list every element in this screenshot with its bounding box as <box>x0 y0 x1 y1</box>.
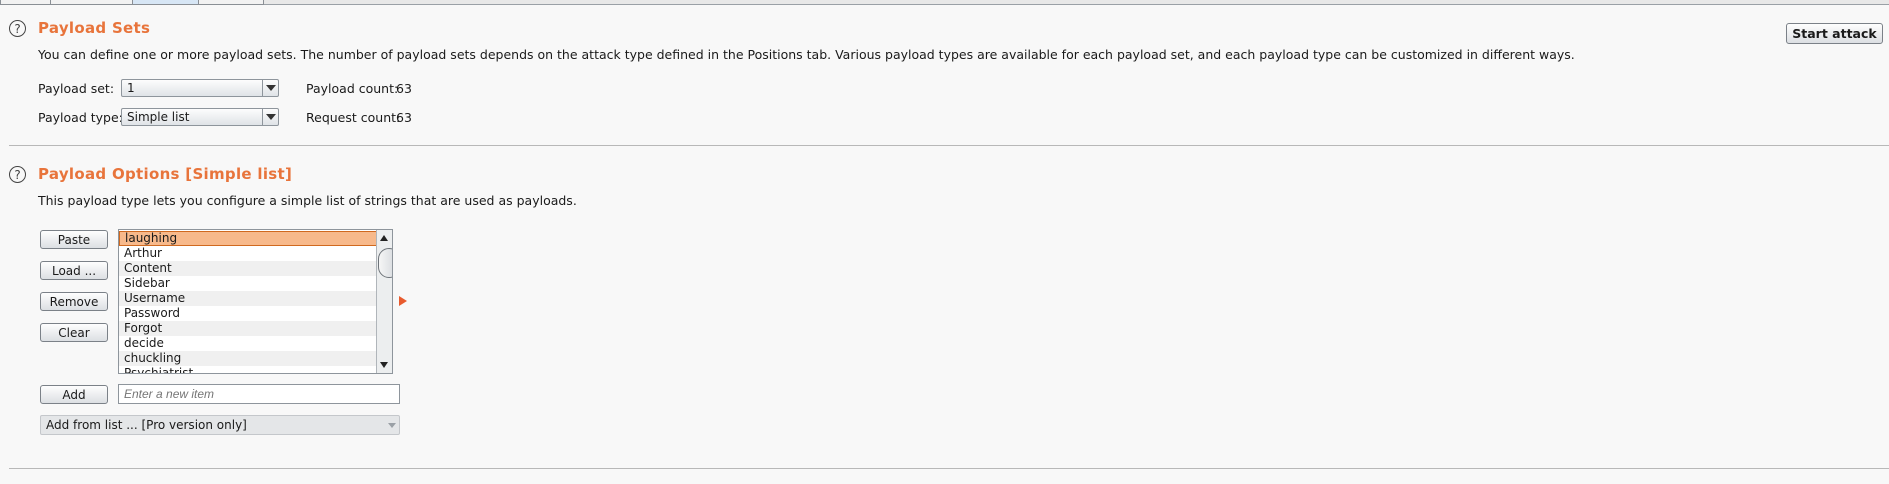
tab-stub-active[interactable] <box>132 0 200 5</box>
clear-button[interactable]: Clear <box>40 323 108 342</box>
payload-set-value: 1 <box>127 81 135 95</box>
payload-count-label: Payload count: <box>306 81 399 96</box>
chevron-down-icon <box>262 80 278 96</box>
list-item[interactable]: Content <box>119 261 377 276</box>
add-from-list-select: Add from list ... [Pro version only] <box>40 415 400 435</box>
payload-set-label: Payload set: <box>38 81 115 96</box>
list-item[interactable]: decide <box>119 336 377 351</box>
payload-count-value: 63 <box>396 81 412 96</box>
list-item[interactable]: Arthur <box>119 246 377 261</box>
section-divider <box>9 468 1889 469</box>
paste-button[interactable]: Paste <box>40 230 108 249</box>
list-item[interactable]: Forgot <box>119 321 377 336</box>
payload-sets-description: You can define one or more payload sets.… <box>38 47 1575 62</box>
payload-sets-title: Payload Sets <box>38 19 151 37</box>
remove-button[interactable]: Remove <box>40 292 108 311</box>
add-button[interactable]: Add <box>40 385 108 404</box>
request-count-value: 63 <box>396 110 412 125</box>
list-item[interactable]: laughing <box>119 231 377 246</box>
chevron-down-icon <box>262 109 278 125</box>
list-item[interactable]: Psychiatrist <box>119 366 377 373</box>
tab-stub[interactable] <box>0 0 52 5</box>
scroll-up-icon[interactable] <box>380 235 388 241</box>
top-tab-strip <box>0 0 1889 5</box>
scroll-thumb[interactable] <box>378 248 392 278</box>
payload-set-select[interactable]: 1 <box>121 79 279 97</box>
payload-type-select[interactable]: Simple list <box>121 108 279 126</box>
help-icon[interactable]: ? <box>9 20 26 37</box>
payload-list[interactable]: laughing Arthur Content Sidebar Username… <box>118 229 393 374</box>
list-item[interactable]: Password <box>119 306 377 321</box>
start-attack-button[interactable]: Start attack <box>1786 23 1883 44</box>
payload-options-description: This payload type lets you configure a s… <box>38 193 577 208</box>
new-item-input[interactable] <box>118 384 400 404</box>
scroll-down-icon[interactable] <box>380 362 388 368</box>
list-item[interactable]: Username <box>119 291 377 306</box>
tab-stub[interactable] <box>198 0 264 5</box>
expand-arrow-icon[interactable] <box>399 296 407 306</box>
help-icon[interactable]: ? <box>9 166 26 183</box>
add-from-list-label: Add from list ... [Pro version only] <box>46 418 247 432</box>
load-button[interactable]: Load ... <box>40 261 108 280</box>
section-divider <box>9 145 1889 146</box>
list-item[interactable]: Sidebar <box>119 276 377 291</box>
list-scrollbar[interactable] <box>376 230 392 373</box>
tab-stub[interactable] <box>50 0 134 5</box>
request-count-label: Request count: <box>306 110 401 125</box>
payload-type-label: Payload type: <box>38 110 123 125</box>
payload-type-value: Simple list <box>127 110 190 124</box>
list-item[interactable]: chuckling <box>119 351 377 366</box>
chevron-down-icon <box>388 423 396 428</box>
payload-options-title: Payload Options [Simple list] <box>38 165 293 183</box>
